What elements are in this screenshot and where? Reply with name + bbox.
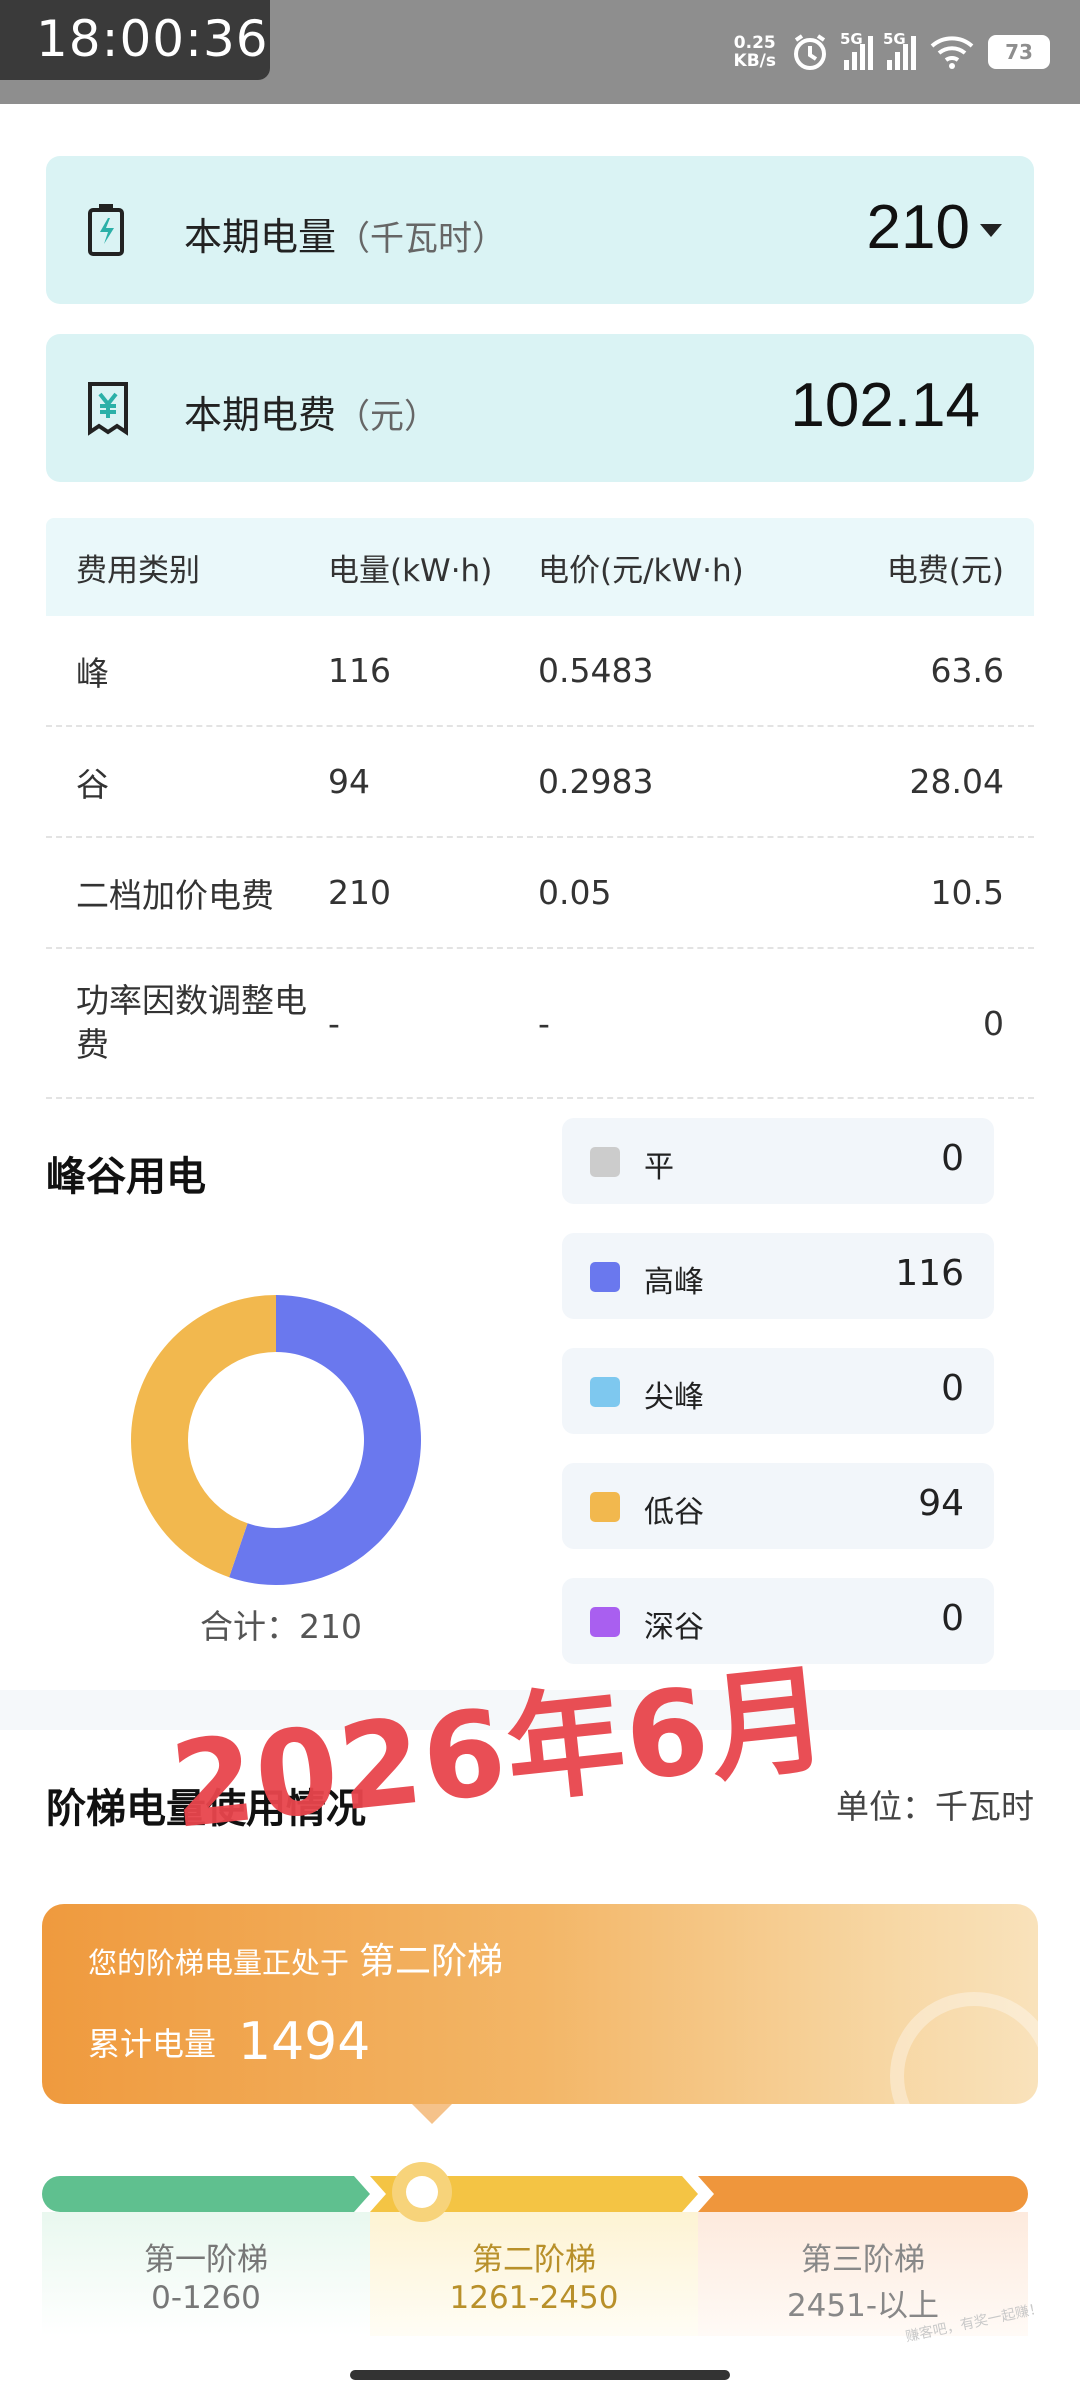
status-bar: 18:00:36 0.25 KB/s 5G 5G 73	[0, 0, 1080, 104]
net-speed: 0.25 KB/s	[733, 33, 776, 71]
signal-icon-2: 5G	[883, 30, 916, 70]
receipt-yuan-icon	[88, 382, 128, 436]
cumulative-value: 1494	[238, 2012, 371, 2072]
legend-swatch	[590, 1262, 620, 1292]
table-row: 二档加价电费 210 0.05 10.5	[46, 838, 1034, 949]
usage-title: 本期电量（千瓦时）	[184, 215, 507, 259]
clock: 18:00:36	[36, 10, 269, 68]
tier-step-bar	[698, 2176, 1028, 2212]
fee-table: 费用类别 电量(kW·h) 电价(元/kW·h) 电费(元) 峰 116 0.5…	[46, 518, 1034, 1099]
fee-card: 本期电费（元） 102.14	[46, 334, 1034, 482]
gauge-icon	[890, 1992, 1038, 2104]
legend-item: 平 0	[562, 1118, 994, 1204]
tier-indicator-knob	[392, 2162, 452, 2222]
clock-container: 18:00:36	[0, 0, 270, 80]
table-row: 谷 94 0.2983 28.04	[46, 727, 1034, 838]
usage-card[interactable]: 本期电量（千瓦时） 210	[46, 156, 1034, 304]
usage-value: 210	[866, 193, 970, 262]
current-tier-name: 第二阶梯	[359, 1941, 504, 1982]
current-tier-card: 您的阶梯电量正处于 第二阶梯 累计电量 1494	[42, 1904, 1038, 2104]
current-tier-prefix: 您的阶梯电量正处于	[88, 1946, 350, 1980]
tier-unit-label: 单位：千瓦时	[836, 1787, 1034, 1826]
legend-swatch	[590, 1377, 620, 1407]
peak-valley-title: 峰谷用电	[46, 1154, 206, 1200]
fee-title: 本期电费（元）	[184, 393, 439, 437]
alarm-icon	[794, 34, 826, 70]
chevron-down-icon[interactable]	[980, 224, 1002, 237]
table-header: 费用类别 电量(kW·h) 电价(元/kW·h) 电费(元)	[46, 518, 1034, 616]
fee-value: 102.14	[790, 371, 980, 440]
wifi-icon	[930, 36, 974, 69]
signal-icon: 5G	[840, 30, 873, 70]
tier-step-bar	[42, 2176, 370, 2212]
cumulative-label: 累计电量	[88, 2025, 217, 2063]
date-stamp: 2026年6月	[164, 1648, 837, 1856]
home-indicator[interactable]	[350, 2370, 730, 2380]
tier-step-1: 第一阶梯 0-1260	[42, 2176, 370, 2336]
battery-icon: 73	[988, 35, 1050, 69]
legend-swatch	[590, 1607, 620, 1637]
legend-swatch	[590, 1147, 620, 1177]
table-row: 峰 116 0.5483 63.6	[46, 616, 1034, 727]
donut-total-label: 合计：210	[200, 1607, 362, 1646]
peak-valley-donut-chart	[130, 1295, 421, 1585]
legend-item: 尖峰 0	[562, 1348, 994, 1434]
pointer-triangle	[412, 2104, 452, 2124]
table-row: 功率因数调整电费 - - 0	[46, 949, 1034, 1099]
status-icons: 0.25 KB/s 5G 5G 73	[734, 24, 1050, 80]
legend-swatch	[590, 1492, 620, 1522]
battery-charge-icon	[88, 204, 124, 256]
legend-item: 低谷 94	[562, 1463, 994, 1549]
legend-item: 高峰 116	[562, 1233, 994, 1319]
tier-steps: 第一阶梯 0-1260 第二阶梯 1261-2450 第三阶梯 2451-以上	[42, 2176, 1028, 2336]
